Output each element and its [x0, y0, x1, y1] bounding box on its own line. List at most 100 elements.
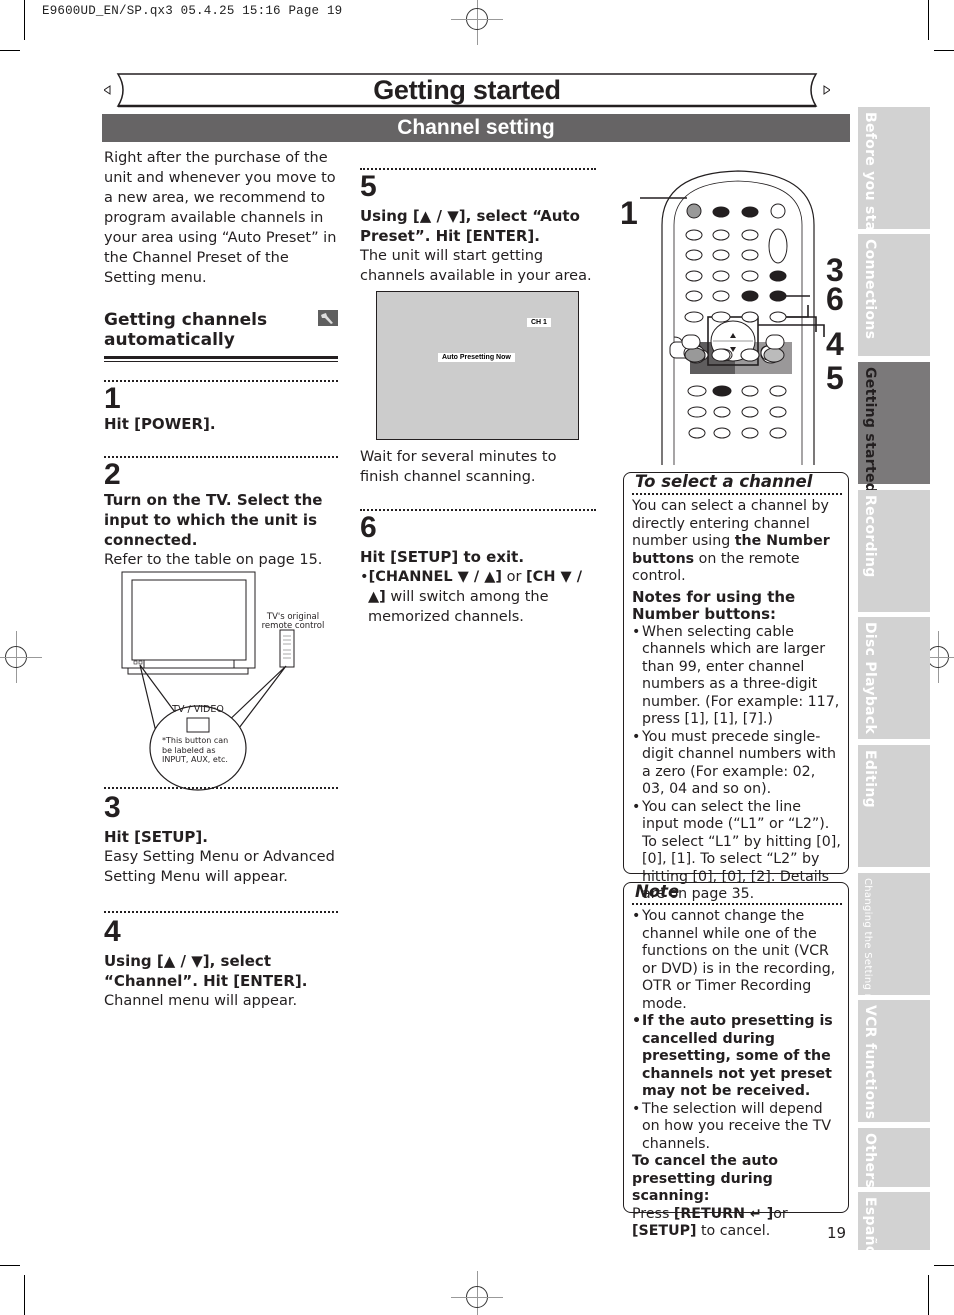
cancel-text: or [773, 1205, 788, 1222]
tab-label: Others [862, 1133, 878, 1189]
note-title: Note [635, 882, 680, 901]
step-title: Using [▲ / ▼], select “Auto Preset”. Hit… [360, 207, 580, 245]
column-left: Right after the purchase of the unit and… [104, 146, 338, 570]
crop-mark [24, 0, 25, 40]
bullet-dot: • [360, 569, 369, 585]
tab-disc-playback[interactable]: Disc Playback [858, 617, 930, 739]
tab-recording[interactable]: Recording [858, 490, 930, 612]
crop-mark [24, 1275, 25, 1315]
crop-mark [934, 1265, 954, 1266]
tab-changing-setting-menu[interactable]: Changing the Setting menu [858, 873, 930, 1023]
step-body: Easy Setting Menu or Advanced Setting Me… [104, 849, 335, 885]
step-title: Using [▲ / ▼], select “Channel”. Hit [EN… [104, 952, 308, 990]
tab-espanol[interactable]: Español [858, 1192, 930, 1261]
tab-editing[interactable]: Editing [858, 745, 930, 867]
page-number: 19 [827, 1224, 847, 1242]
notes-heading: Notes for using the Number buttons: [632, 587, 796, 623]
callout-4: 4 [826, 326, 844, 362]
wrench-icon [318, 310, 338, 326]
step-body: Refer to the table on page 15. [104, 552, 323, 568]
bullet-text: will switch among the memorized channels… [368, 589, 549, 625]
bullet-text: or [501, 569, 527, 585]
select-channel-box: To select a channel You can select a cha… [623, 472, 849, 902]
callout-5: 5 [826, 360, 844, 396]
tab-vcr-functions[interactable]: VCR functions [858, 1000, 930, 1122]
section-title: Channel setting [102, 114, 850, 142]
step-body: The unit will start getting channels ava… [360, 248, 592, 284]
box-divider [632, 493, 842, 495]
tab-getting-started[interactable]: Getting started [858, 362, 930, 493]
step-number: 5 [360, 170, 377, 203]
note-box: Note You cannot change the channel while… [623, 882, 849, 1239]
osd-screen: CH 1 Auto Presetting Now [376, 291, 579, 440]
step-divider [104, 456, 338, 458]
cancel-text: to cancel. [696, 1223, 771, 1239]
note-list: You cannot change the channel while one … [632, 908, 842, 1153]
cancel-text: Press [632, 1205, 674, 1222]
box-divider [632, 903, 842, 905]
note-item: You must precede single-digit channel nu… [632, 729, 842, 799]
remote-label: TV's original remote control [261, 612, 325, 631]
crop-mark [0, 1265, 20, 1266]
note-item: You cannot change the channel while one … [632, 908, 842, 1013]
select-intro: You can select a channel by directly ent… [632, 498, 842, 586]
chapter-title: Getting started [373, 74, 561, 105]
button-footnote: *This button can be labeled as INPUT, AU… [162, 736, 229, 764]
tab-label: Disc Playback [862, 622, 878, 735]
setup-key: [SETUP] [632, 1223, 697, 1239]
osd-channel: CH 1 [527, 318, 551, 327]
box-title: To select a channel [635, 472, 813, 491]
column-middle-lower: Wait for several minutes to finish chann… [360, 447, 596, 627]
note-item-bold: If the auto presetting is cancelled duri… [632, 1013, 842, 1101]
callout-6: 6 [826, 281, 844, 317]
print-slug: E9600UD_EN/SP.qx3 05.4.25 15:16 Page 19 [42, 4, 343, 18]
step-bullet: •[CHANNEL ▼ / ▲] or [CH ▼ / ▲] will swit… [360, 567, 596, 627]
step-number: 4 [104, 915, 121, 948]
step-divider [104, 380, 338, 382]
tab-label: Connections [862, 239, 878, 340]
crop-mark [934, 50, 954, 51]
subheading-rule [104, 356, 338, 362]
return-key: [RETURN ↵ ] [673, 1205, 774, 1222]
step-number: 2 [104, 458, 121, 491]
cancel-heading: To cancel the auto presetting during sca… [632, 1153, 779, 1204]
tab-before-you-start[interactable]: Before you start [858, 107, 930, 246]
tab-others[interactable]: Others [858, 1128, 930, 1189]
step-divider [104, 911, 338, 913]
registration-mark [451, 0, 503, 45]
step-title: Hit [POWER]. [104, 415, 216, 433]
column-middle: 5 Using [▲ / ▼], select “Auto Preset”. H… [360, 162, 596, 286]
crop-mark [928, 1275, 929, 1315]
step-title: Turn on the TV. Select the input to whic… [104, 491, 323, 549]
cancel-instructions: Press [RETURN ↵ ]or [SETUP] to cancel. [632, 1206, 842, 1241]
bullet-bold: [CHANNEL ▼ / ▲] [368, 569, 502, 585]
registration-mark [451, 1271, 503, 1315]
step-divider [360, 168, 596, 170]
callout-1: 1 [620, 195, 638, 231]
remote-outline [640, 170, 825, 465]
chapter-banner: Getting started [104, 72, 830, 108]
step-title: Hit [SETUP] to exit. [360, 548, 525, 566]
osd-message: Auto Presetting Now [438, 353, 515, 362]
tab-label: Recording [862, 495, 878, 578]
step-divider [360, 509, 596, 511]
step-divider [104, 787, 338, 789]
tv-video-label: TV / VIDEO [172, 704, 224, 715]
tab-label: Español [862, 1197, 878, 1261]
tab-label: Editing [862, 750, 878, 808]
crop-mark [0, 50, 20, 51]
crop-mark [928, 0, 929, 40]
note-item: When selecting cable channels which are … [632, 624, 842, 729]
step-number: 6 [360, 511, 377, 544]
step-number: 1 [104, 382, 121, 415]
intro-paragraph: Right after the purchase of the unit and… [104, 150, 337, 286]
subheading: Getting channels automatically [104, 310, 338, 350]
registration-mark [0, 631, 42, 683]
column-left-lower: 3 Hit [SETUP]. Easy Setting Menu or Adva… [104, 787, 338, 1011]
notes-list: When selecting cable channels which are … [632, 624, 842, 904]
tab-label: VCR functions [862, 1005, 878, 1120]
tv-illustration: TV's original remote control TV / VIDEO … [118, 570, 328, 795]
tab-connections[interactable]: Connections [858, 234, 930, 356]
remote-diagram: 1 3 6 4 5 [620, 165, 855, 465]
note-item: The selection will depend on how you rec… [632, 1101, 842, 1154]
